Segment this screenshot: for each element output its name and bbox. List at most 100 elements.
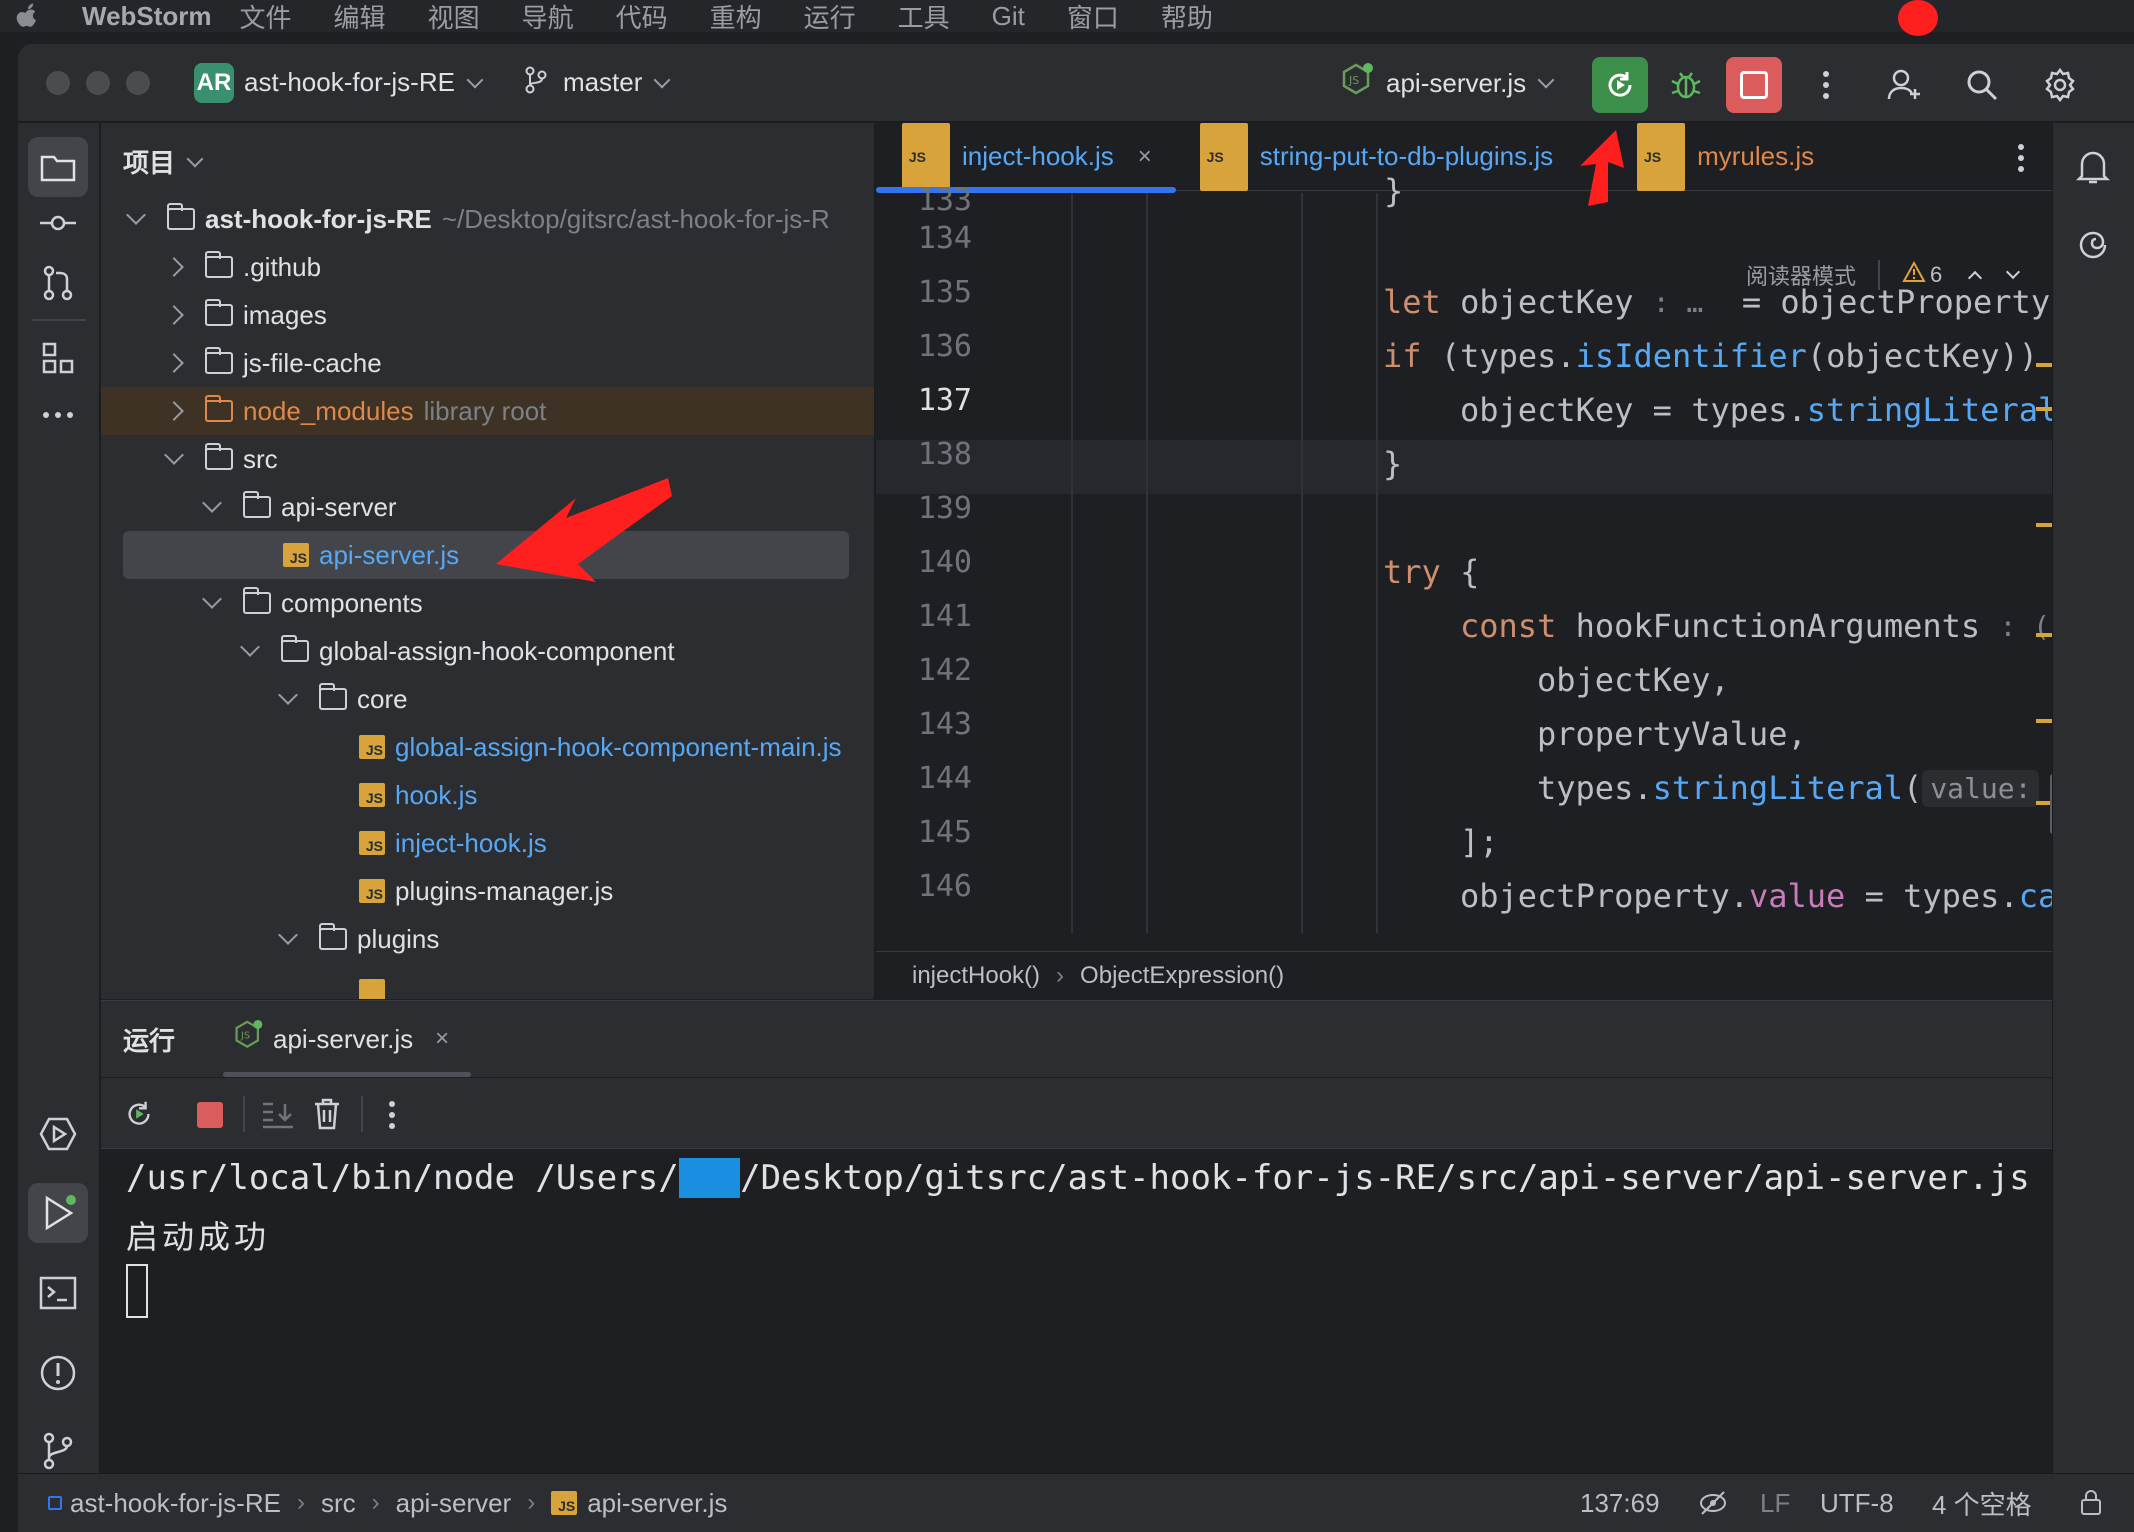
- status-breadcrumb-item[interactable]: ast-hook-for-js-RE: [70, 1488, 281, 1519]
- menu-refactor[interactable]: 重构: [710, 0, 762, 35]
- code-line-133[interactable]: }: [1384, 171, 1403, 211]
- editor-scrollbar[interactable]: [2050, 774, 2052, 834]
- indent-setting[interactable]: 4 个空格: [1932, 1485, 2032, 1522]
- caret-position[interactable]: 137:69: [1580, 1488, 1660, 1519]
- tree-item-plugins[interactable]: plugins: [101, 915, 874, 963]
- rerun-button[interactable]: [123, 1098, 155, 1135]
- tree-item-global-assign-hook-component-main-js[interactable]: JS global-assign-hook-component-main.js: [101, 723, 874, 771]
- code-line-135[interactable]: let objectKey : … = objectProperty.k: [1383, 275, 2052, 329]
- menu-file[interactable]: 文件: [240, 0, 292, 35]
- chevron-right-icon[interactable]: [164, 305, 184, 325]
- tree-item-hook-js[interactable]: JS hook.js: [101, 771, 874, 819]
- pull-requests-tool-button[interactable]: [28, 253, 88, 313]
- status-breadcrumb-item[interactable]: api-server.js: [587, 1488, 727, 1519]
- code-line-146[interactable]: objectProperty.value = types.cal: [1460, 869, 2052, 923]
- tree-item-node-modules[interactable]: node_modules library root: [101, 387, 874, 435]
- file-encoding[interactable]: UTF-8: [1820, 1488, 1894, 1519]
- menu-code[interactable]: 代码: [616, 0, 668, 35]
- app-menu-webstorm[interactable]: WebStorm: [82, 1, 212, 32]
- tree-item-github[interactable]: .github: [101, 243, 874, 291]
- search-button[interactable]: [1954, 57, 2010, 113]
- run-more-button[interactable]: [387, 1100, 397, 1135]
- commit-tool-button[interactable]: [28, 193, 88, 253]
- tree-item-js-file-cache[interactable]: js-file-cache: [101, 339, 874, 387]
- warning-marker[interactable]: [2036, 407, 2052, 411]
- run-tool-button[interactable]: [28, 1183, 88, 1243]
- tree-item-api-server-folder[interactable]: api-server: [101, 483, 874, 531]
- chevron-down-icon[interactable]: [240, 637, 260, 657]
- menu-git[interactable]: Git: [992, 1, 1025, 32]
- tree-item-images[interactable]: images: [101, 291, 874, 339]
- stop-button[interactable]: [1726, 57, 1782, 113]
- menu-edit[interactable]: 编辑: [334, 0, 386, 35]
- menu-tools[interactable]: 工具: [898, 0, 950, 35]
- clear-console-button[interactable]: [313, 1098, 341, 1135]
- breadcrumb-item[interactable]: ObjectExpression(): [1080, 962, 1284, 990]
- apple-icon[interactable]: [14, 1, 54, 31]
- menu-view[interactable]: 视图: [428, 0, 480, 35]
- code-line-145[interactable]: ];: [1460, 815, 1499, 869]
- tree-item-core[interactable]: core: [101, 675, 874, 723]
- code-line-141[interactable]: const hookFunctionArguments : ( =: [1460, 599, 2052, 653]
- close-icon[interactable]: ×: [435, 1025, 449, 1053]
- problems-tool-button[interactable]: [28, 1343, 88, 1403]
- tree-item-inject-hook-js[interactable]: JS inject-hook.js: [101, 819, 874, 867]
- code-line-137[interactable]: objectKey = types.stringLiteral(: [1460, 383, 2052, 437]
- window-zoom-button[interactable]: [126, 70, 150, 95]
- warning-marker[interactable]: [2036, 719, 2052, 723]
- chevron-right-icon[interactable]: [164, 353, 184, 373]
- code-line-140[interactable]: try {: [1383, 545, 1479, 599]
- tabs-more-button[interactable]: [2016, 143, 2026, 180]
- status-breadcrumb-item[interactable]: src: [321, 1488, 356, 1519]
- code-line-136[interactable]: if (types. isIdentifier (objectKey)) {: [1383, 329, 2052, 383]
- chevron-down-icon[interactable]: [202, 589, 222, 609]
- code-line-142[interactable]: objectKey,: [1537, 653, 1730, 707]
- notifications-button[interactable]: [2063, 137, 2123, 197]
- tree-item-components[interactable]: components: [101, 579, 874, 627]
- project-tool-button[interactable]: [28, 137, 88, 197]
- code-line-144[interactable]: types.stringLiteral(value:"o: [1537, 761, 2052, 815]
- window-minimize-button[interactable]: [86, 70, 110, 95]
- inspection-disabled-icon[interactable]: [1698, 1488, 1728, 1525]
- tree-item-api-server-js[interactable]: JS api-server.js: [101, 531, 874, 579]
- menu-run[interactable]: 运行: [804, 0, 856, 35]
- settings-button[interactable]: [2032, 57, 2088, 113]
- run-config-selector[interactable]: JS api-server.js: [1340, 44, 1555, 122]
- line-separator[interactable]: LF: [1760, 1488, 1790, 1519]
- run-tab-api-server-js[interactable]: JS api-server.js ×: [223, 1001, 472, 1077]
- chevron-down-icon[interactable]: [202, 493, 222, 513]
- git-tool-button[interactable]: [28, 1421, 88, 1481]
- ai-assistant-button[interactable]: [2063, 215, 2123, 275]
- breadcrumb-item[interactable]: injectHook(): [912, 962, 1040, 990]
- project-panel-header[interactable]: 项目: [123, 143, 204, 180]
- chevron-down-icon[interactable]: [278, 925, 298, 945]
- rerun-button[interactable]: [1592, 57, 1648, 113]
- debug-button[interactable]: [1658, 57, 1714, 113]
- chevron-down-icon[interactable]: [278, 685, 298, 705]
- warning-marker[interactable]: [2036, 363, 2052, 367]
- tree-item-global-assign-hook-component[interactable]: global-assign-hook-component: [101, 627, 874, 675]
- menu-help[interactable]: 帮助: [1161, 0, 1213, 35]
- chevron-down-icon[interactable]: [164, 445, 184, 465]
- tree-item-plugins-manager-js[interactable]: JS plugins-manager.js: [101, 867, 874, 915]
- warning-marker[interactable]: [2036, 523, 2052, 527]
- branch-selector[interactable]: master: [523, 66, 671, 99]
- warning-marker[interactable]: [2036, 633, 2052, 637]
- lock-icon[interactable]: [2080, 1488, 2102, 1523]
- terminal-tool-button[interactable]: [28, 1263, 88, 1323]
- chevron-right-icon[interactable]: [164, 401, 184, 421]
- console-output[interactable]: /usr/local/bin/node /Users/xxx/Desktop/g…: [101, 1150, 2052, 1474]
- tab-string-put-to-db-plugins-js[interactable]: JS string-put-to-db-plugins.js: [1176, 123, 1577, 191]
- scroll-to-end-button[interactable]: [261, 1100, 295, 1135]
- chevron-down-icon[interactable]: [126, 205, 146, 225]
- services-tool-button[interactable]: [28, 1104, 88, 1164]
- close-icon[interactable]: ×: [1138, 143, 1152, 171]
- tab-inject-hook-js[interactable]: JS inject-hook.js ×: [876, 123, 1176, 193]
- structure-tool-button[interactable]: [28, 329, 88, 389]
- window-close-button[interactable]: [46, 70, 70, 95]
- stop-icon[interactable]: [197, 1102, 223, 1128]
- tree-item-root[interactable]: ast-hook-for-js-RE ~/Desktop/gitsrc/ast-…: [101, 195, 874, 243]
- more-tools-button[interactable]: [28, 385, 88, 445]
- menu-navigate[interactable]: 导航: [522, 0, 574, 35]
- code-line-138[interactable]: }: [1383, 437, 1402, 491]
